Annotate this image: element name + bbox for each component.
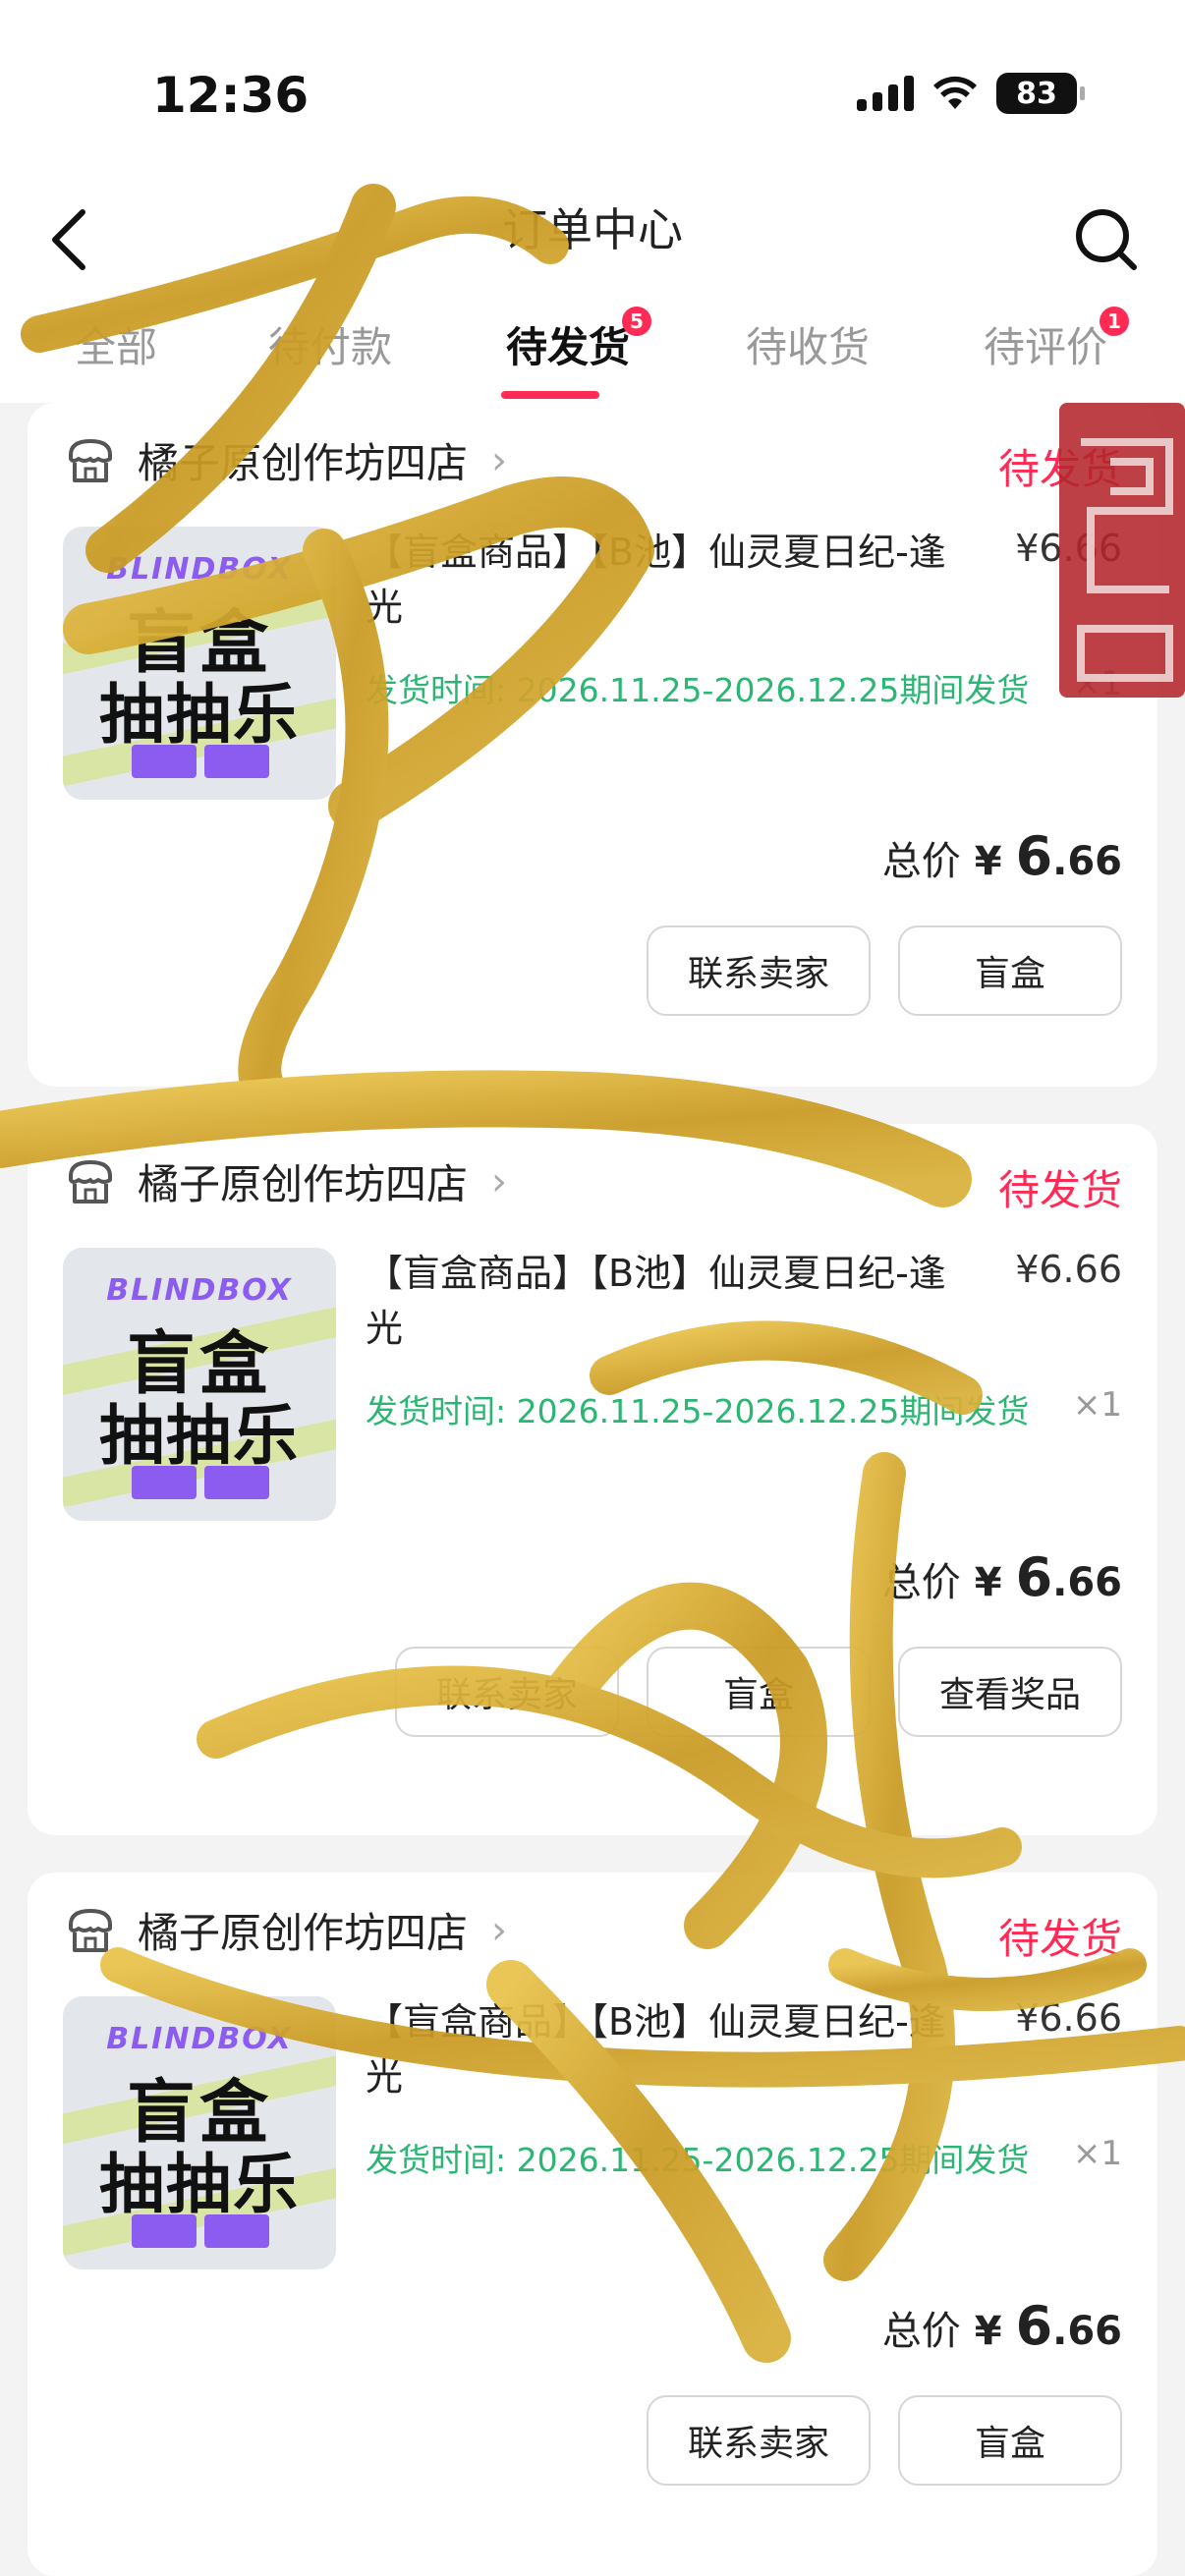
tab-pending-shipment[interactable]: 待发货 5 <box>506 307 652 374</box>
status-icons: 83 <box>857 69 1085 118</box>
sunglasses-icon <box>132 1466 269 1499</box>
tab-pending-payment[interactable]: 待付款 <box>268 314 392 374</box>
order-status: 待发货 <box>997 445 1122 493</box>
order-status: 待发货 <box>997 1166 1122 1214</box>
product-title[interactable]: 【盲盒商品】【B池】仙灵夏日纪-逢光 <box>366 1246 955 1356</box>
search-button[interactable] <box>1067 200 1146 279</box>
product-title[interactable]: 【盲盒商品】【B池】仙灵夏日纪-逢光 <box>366 525 955 635</box>
order-card[interactable]: 橘子原创作坊四店 › 待发货 BLINDBOX 盲盒 抽抽乐 【盲盒商品】【B池… <box>28 1873 1157 2576</box>
store-name: 橘子原创作坊四店 <box>138 1909 469 1957</box>
quantity: ×1 <box>1072 664 1122 703</box>
store-icon <box>63 1154 118 1209</box>
blind-box-button[interactable]: 盲盒 <box>898 925 1122 1016</box>
store-name: 橘子原创作坊四店 <box>138 1160 469 1208</box>
ship-time: 发货时间: 2026.11.25-2026.12.25期间发货 <box>366 671 1030 709</box>
store-link[interactable]: 橘子原创作坊四店 › <box>63 1900 507 1960</box>
tab-badge: 5 <box>622 307 652 336</box>
store-icon <box>63 433 118 488</box>
ship-time: 发货时间: 2026.11.25-2026.12.25期间发货 <box>366 2141 1030 2179</box>
store-link[interactable]: 橘子原创作坊四店 › <box>63 1151 507 1211</box>
ship-time: 发货时间: 2026.11.25-2026.12.25期间发货 <box>366 1392 1030 1430</box>
product-image[interactable]: BLINDBOX 盲盒 抽抽乐 <box>63 1996 336 2269</box>
product-price: ¥6.66 <box>1015 1996 1122 2040</box>
chevron-right-icon: › <box>491 1907 508 1953</box>
cellular-signal-icon <box>857 76 914 111</box>
order-actions: 联系卖家 盲盒 查看奖品 <box>395 1647 1122 1737</box>
view-prize-button[interactable]: 查看奖品 <box>898 1647 1122 1737</box>
wifi-icon <box>933 76 977 109</box>
contact-seller-button[interactable]: 联系卖家 <box>647 2395 871 2486</box>
product-price: ¥6.66 <box>1015 527 1122 570</box>
product-image[interactable]: BLINDBOX 盲盒 抽抽乐 <box>63 527 336 800</box>
contact-seller-button[interactable]: 联系卖家 <box>647 925 871 1016</box>
contact-seller-button[interactable]: 联系卖家 <box>395 1647 619 1737</box>
page-title: 订单中心 <box>502 203 683 256</box>
chevron-right-icon: › <box>491 1158 508 1204</box>
order-tabs: 全部 待付款 待发货 5 待收货 待评价 1 <box>0 305 1185 403</box>
tab-pending-receipt[interactable]: 待收货 <box>746 314 870 374</box>
active-tab-indicator <box>501 391 599 399</box>
blind-box-button[interactable]: 盲盒 <box>647 1647 871 1737</box>
order-card[interactable]: 橘子原创作坊四店 › 待发货 BLINDBOX 盲盒 抽抽乐 【盲盒商品】【B池… <box>28 403 1157 1087</box>
status-time: 12:36 <box>152 67 310 124</box>
quantity: ×1 <box>1072 1385 1122 1425</box>
sunglasses-icon <box>132 2214 269 2248</box>
tab-badge: 1 <box>1100 307 1130 336</box>
store-icon <box>63 1903 118 1958</box>
order-total: 总价 ¥ 6 .66 <box>881 825 1122 887</box>
product-image[interactable]: BLINDBOX 盲盒 抽抽乐 <box>63 1248 336 1521</box>
product-price: ¥6.66 <box>1015 1248 1122 1291</box>
order-actions: 联系卖家 盲盒 <box>647 2395 1122 2486</box>
order-status: 待发货 <box>997 1915 1122 1963</box>
order-actions: 联系卖家 盲盒 <box>647 925 1122 1016</box>
tab-all[interactable]: 全部 <box>75 314 157 374</box>
battery-icon: 83 <box>996 73 1085 114</box>
search-icon <box>1076 209 1137 270</box>
sunglasses-icon <box>132 745 269 778</box>
chevron-right-icon: › <box>491 437 508 483</box>
order-total: 总价 ¥ 6 .66 <box>881 1546 1122 1608</box>
nav-header: 订单中心 <box>0 177 1185 305</box>
product-title[interactable]: 【盲盒商品】【B池】仙灵夏日纪-逢光 <box>366 1994 955 2104</box>
quantity: ×1 <box>1072 2134 1122 2173</box>
status-bar: 12:36 83 <box>0 0 1185 177</box>
order-card[interactable]: 橘子原创作坊四店 › 待发货 BLINDBOX 盲盒 抽抽乐 【盲盒商品】【B池… <box>28 1124 1157 1835</box>
store-name: 橘子原创作坊四店 <box>138 439 469 487</box>
blind-box-button[interactable]: 盲盒 <box>898 2395 1122 2486</box>
tab-pending-review[interactable]: 待评价 1 <box>984 307 1130 374</box>
order-total: 总价 ¥ 6 .66 <box>881 2295 1122 2357</box>
store-link[interactable]: 橘子原创作坊四店 › <box>63 430 507 490</box>
